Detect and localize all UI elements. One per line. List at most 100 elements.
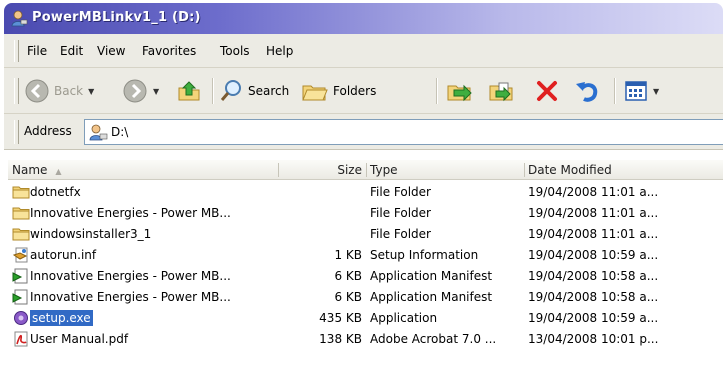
views-button[interactable]: ▼ <box>624 76 659 106</box>
file-list[interactable]: Name ▲ Size Type Date Modified dotnetfx Fi… <box>4 150 723 369</box>
back-label: Back <box>54 84 84 98</box>
file-type: Adobe Acrobat 7.0 ... <box>370 332 497 346</box>
forward-arrow-icon <box>123 79 147 103</box>
file-name-cell[interactable]: Innovative Energies - Power MB... <box>12 205 262 221</box>
column-divider[interactable] <box>278 163 279 177</box>
menu-view[interactable]: View <box>97 44 125 58</box>
file-name: Innovative Energies - Power MB... <box>30 206 231 220</box>
copy-to-icon <box>489 82 513 102</box>
folder-icon <box>12 184 30 200</box>
delete-icon <box>537 81 557 101</box>
file-size: 6 KB <box>334 269 362 283</box>
copy-to-button[interactable] <box>488 76 516 106</box>
file-name-cell[interactable]: Innovative Energies - Power MB... <box>12 268 262 284</box>
address-bar: Address D:\ <box>4 114 723 150</box>
address-input[interactable]: D:\ <box>84 119 723 145</box>
title-bar[interactable]: PowerMBLinkv1_1 (D:) <box>4 3 723 34</box>
file-type: Setup Information <box>370 248 479 262</box>
address-label: Address <box>24 124 72 138</box>
toolbar-separator <box>614 78 616 104</box>
file-type: File Folder <box>370 206 431 220</box>
back-dropdown-icon: ▼ <box>88 86 95 96</box>
search-button[interactable]: Search <box>220 76 289 106</box>
file-type: Application Manifest <box>370 269 493 283</box>
file-row[interactable]: setup.exe 435 KB Application 19/04/2008 10:… <box>8 308 723 328</box>
menu-favorites[interactable]: Favorites <box>142 44 196 58</box>
file-size: 435 KB <box>319 311 362 325</box>
pdf-icon <box>12 331 30 347</box>
file-name: Innovative Energies - Power MB... <box>30 290 231 304</box>
list-header: Name ▲ Size Type Date Modified <box>8 160 723 180</box>
file-size <box>282 226 362 242</box>
menu-tools[interactable]: Tools <box>220 44 250 58</box>
sort-ascending-icon: ▲ <box>55 167 62 176</box>
manifest-icon <box>12 268 30 284</box>
menu-edit[interactable]: Edit <box>60 44 83 58</box>
file-type: File Folder <box>370 227 431 241</box>
file-date-modified: 19/04/2008 10:59 a... <box>528 248 659 262</box>
file-row[interactable]: Innovative Energies - Power MB... 6 KB App… <box>8 287 723 307</box>
folders-button[interactable]: Folders <box>301 76 376 106</box>
file-size: 1 KB <box>334 248 362 262</box>
file-name-cell[interactable]: windowsinstaller3_1 <box>12 226 262 242</box>
file-size <box>282 205 362 221</box>
file-name-cell[interactable]: User Manual.pdf <box>12 331 262 347</box>
file-name: dotnetfx <box>30 185 81 199</box>
up-folder-icon <box>178 81 200 101</box>
application-icon <box>12 310 30 326</box>
file-name: windowsinstaller3_1 <box>30 227 152 241</box>
file-name-cell[interactable]: autorun.inf <box>12 247 262 263</box>
setup-information-icon <box>12 247 30 263</box>
drive-icon <box>89 124 108 141</box>
file-row[interactable]: User Manual.pdf 138 KB Adobe Acrobat 7.0 .… <box>8 329 723 349</box>
file-date-modified: 19/04/2008 11:01 a... <box>528 185 659 199</box>
column-header-name[interactable]: Name ▲ <box>12 162 62 178</box>
file-date-modified: 13/04/2008 10:01 p... <box>528 332 659 346</box>
views-icon <box>625 81 647 101</box>
search-label: Search <box>248 84 290 98</box>
file-size: 138 KB <box>319 332 362 346</box>
file-date-modified: 19/04/2008 11:01 a... <box>528 206 659 220</box>
file-size: 6 KB <box>334 290 362 304</box>
file-row[interactable]: windowsinstaller3_1 File Folder 19/04/2008… <box>8 224 723 244</box>
file-name-cell[interactable]: dotnetfx <box>12 184 262 200</box>
file-type: Application Manifest <box>370 290 493 304</box>
file-type: File Folder <box>370 185 431 199</box>
column-divider[interactable] <box>524 163 525 177</box>
file-date-modified: 19/04/2008 10:58 a... <box>528 269 659 283</box>
file-name-cell[interactable]: setup.exe <box>12 310 262 326</box>
file-date-modified: 19/04/2008 10:58 a... <box>528 290 659 304</box>
column-header-date[interactable]: Date Modified <box>528 162 612 178</box>
file-row[interactable]: dotnetfx File Folder 19/04/2008 11:01 a... <box>8 182 723 202</box>
file-row[interactable]: Innovative Energies - Power MB... 6 KB App… <box>8 266 723 286</box>
forward-dropdown-icon: ▼ <box>153 86 160 96</box>
column-header-size[interactable]: Size <box>282 162 362 178</box>
menu-bar: File Edit View Favorites Tools Help <box>4 34 723 68</box>
file-size <box>282 184 362 200</box>
menu-grip[interactable] <box>14 40 19 62</box>
folder-icon <box>12 205 30 221</box>
move-to-button[interactable] <box>446 76 474 106</box>
back-arrow-icon <box>25 79 49 103</box>
window-title: PowerMBLinkv1_1 (D:) <box>32 10 201 25</box>
file-name-cell[interactable]: Innovative Energies - Power MB... <box>12 289 262 305</box>
toolbar-grip[interactable] <box>14 78 19 104</box>
views-dropdown-icon: ▼ <box>653 86 660 96</box>
column-divider[interactable] <box>366 163 367 177</box>
back-button[interactable]: Back ▼ <box>24 76 94 106</box>
forward-button[interactable]: ▼ <box>122 76 159 106</box>
menu-file[interactable]: File <box>27 44 47 58</box>
address-grip[interactable] <box>14 120 19 144</box>
file-row[interactable]: Innovative Energies - Power MB... File Fo… <box>8 203 723 223</box>
column-header-type[interactable]: Type <box>370 162 398 178</box>
file-name: autorun.inf <box>30 248 97 262</box>
delete-button[interactable] <box>534 76 560 106</box>
undo-button[interactable] <box>574 76 600 106</box>
up-button[interactable] <box>176 76 202 106</box>
file-row[interactable]: autorun.inf 1 KB Setup Information 19/04/20… <box>8 245 723 265</box>
file-date-modified: 19/04/2008 11:01 a... <box>528 227 659 241</box>
toolbar-separator <box>212 78 214 104</box>
undo-icon <box>576 82 598 102</box>
menu-help[interactable]: Help <box>266 44 293 58</box>
manifest-icon <box>12 289 30 305</box>
